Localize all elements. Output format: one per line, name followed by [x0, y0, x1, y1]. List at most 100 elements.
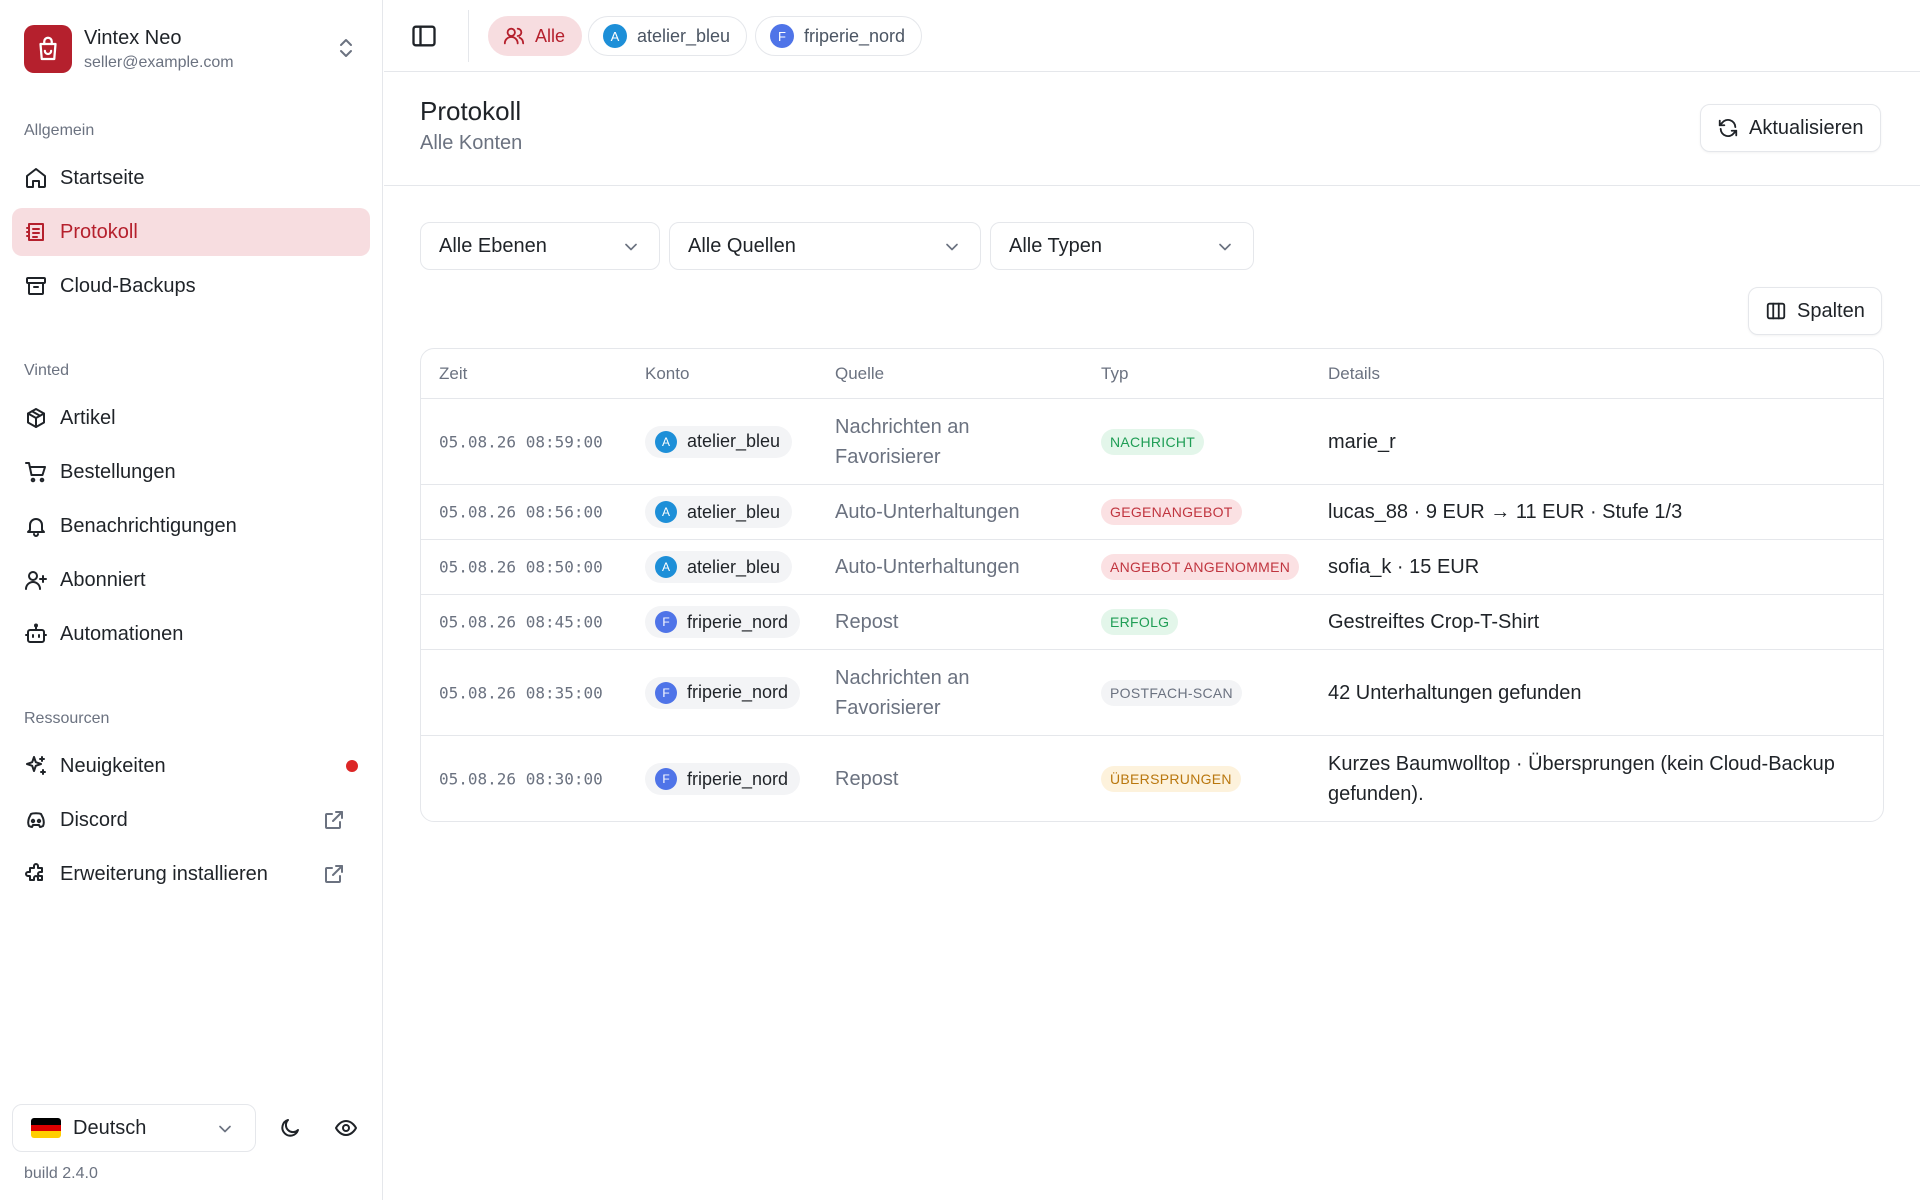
account-switcher[interactable]: Vintex Neo seller@example.com	[24, 24, 364, 74]
column-header-details[interactable]: Details	[1328, 364, 1380, 384]
type-badge: ANGEBOT ANGENOMMEN	[1101, 554, 1300, 580]
sidebar-item-automationen[interactable]: Automationen	[12, 610, 370, 658]
table-row[interactable]: 05.08.26 08:35:00 Ffriperie_nord Nachric…	[421, 650, 1883, 736]
sidebar-item-label: Bestellungen	[60, 460, 176, 483]
flag-de-icon	[31, 1118, 61, 1138]
chip-label: atelier_bleu	[637, 25, 731, 46]
sidebar-item-discord[interactable]: Discord	[12, 796, 370, 844]
chevron-down-icon	[625, 243, 637, 251]
sidebar-item-abonniert[interactable]: Abonniert	[12, 556, 370, 604]
columns-button[interactable]: Spalten	[1748, 287, 1882, 335]
sidebar-item-label: Artikel	[60, 406, 116, 429]
sidebar-item-neuigkeiten[interactable]: Neuigkeiten	[12, 742, 370, 790]
sparkles-icon	[26, 756, 46, 775]
account-pill: Aatelier_bleu	[645, 496, 793, 528]
filter-types-select[interactable]: Alle Typen	[990, 222, 1254, 270]
cell-details: Kurzes Baumwolltop · Übersprungen (kein …	[1328, 753, 1835, 805]
sidebar-item-benachrichtigungen[interactable]: Benachrichtigungen	[12, 502, 370, 550]
cell-time: 05.08.26 08:35:00	[439, 683, 603, 702]
sidebar-item-label: Protokoll	[60, 220, 138, 243]
privacy-toggle-button[interactable]	[326, 1108, 366, 1148]
account-name: friperie_nord	[687, 611, 789, 632]
column-header-zeit[interactable]: Zeit	[439, 364, 467, 384]
bell-icon	[27, 518, 45, 537]
chip-label: Alle	[535, 25, 566, 46]
sidebar-toggle-icon[interactable]	[410, 22, 438, 50]
filter-sources-select[interactable]: Alle Quellen	[669, 222, 981, 270]
avatar: F	[655, 681, 677, 704]
sidebar-item-erweiterung[interactable]: Erweiterung installieren	[12, 850, 370, 898]
sidebar-item-bestellungen[interactable]: Bestellungen	[12, 448, 370, 496]
table-row[interactable]: 05.08.26 08:50:00 Aatelier_bleu Auto-Unt…	[421, 540, 1883, 595]
column-header-typ[interactable]: Typ	[1101, 364, 1128, 384]
sidebar-item-cloud-backups[interactable]: Cloud-Backups	[12, 262, 370, 310]
package-icon	[27, 408, 45, 428]
account-pill: Aatelier_bleu	[645, 425, 793, 458]
table-row[interactable]: 05.08.26 08:56:00 Aatelier_bleu Auto-Unt…	[421, 485, 1883, 540]
moon-icon	[281, 1119, 299, 1137]
avatar: F	[655, 611, 677, 633]
group-label-vinted: Vinted	[24, 362, 70, 379]
divider	[468, 10, 469, 62]
log-table: Zeit Konto Quelle Typ Details 05.08.26 0…	[420, 348, 1884, 822]
sidebar-item-label: Abonniert	[60, 568, 146, 591]
language-select[interactable]: Deutsch	[12, 1104, 256, 1152]
account-pill: Aatelier_bleu	[645, 551, 793, 583]
table-row[interactable]: 05.08.26 08:59:00 Aatelier_bleu Nachrich…	[421, 399, 1883, 485]
refresh-icon	[1718, 119, 1738, 137]
filter-levels-select[interactable]: Alle Ebenen	[420, 222, 660, 270]
select-value: Alle Ebenen	[439, 234, 547, 257]
home-icon	[26, 168, 46, 188]
cell-details: marie_r	[1328, 430, 1396, 453]
cell-source: Repost	[835, 768, 899, 790]
avatar: A	[603, 24, 627, 48]
columns-label: Spalten	[1797, 299, 1865, 322]
sidebar-item-label: Automationen	[60, 622, 184, 645]
unread-dot	[346, 760, 358, 772]
sidebar-item-label: Neuigkeiten	[60, 754, 166, 777]
type-badge: ERFOLG	[1101, 609, 1179, 635]
table-header: Zeit Konto Quelle Typ Details	[421, 349, 1883, 399]
sidebar-item-artikel[interactable]: Artikel	[12, 394, 370, 442]
table-row[interactable]: 05.08.26 08:30:00 Ffriperie_nord Repost …	[421, 736, 1883, 821]
cell-time: 05.08.26 08:45:00	[439, 612, 603, 632]
account-name: friperie_nord	[687, 682, 789, 702]
sidebar-item-label: Benachrichtigungen	[60, 514, 237, 537]
account-chip-friperie-nord[interactable]: F friperie_nord	[755, 16, 923, 56]
column-header-konto[interactable]: Konto	[645, 364, 689, 384]
chevron-down-icon	[219, 1125, 231, 1133]
sidebar-item-startseite[interactable]: Startseite	[12, 154, 370, 202]
users-icon	[503, 27, 525, 45]
cell-details: 42 Unterhaltungen gefunden	[1328, 681, 1582, 704]
discord-icon	[27, 812, 45, 828]
cell-time: 05.08.26 08:59:00	[439, 432, 603, 451]
account-name: atelier_bleu	[687, 556, 781, 577]
cell-details: Gestreiftes Crop-T-Shirt	[1328, 611, 1540, 633]
cell-source: Auto-Unterhaltungen	[835, 556, 1020, 578]
chevron-down-icon	[946, 243, 958, 251]
type-badge: POSTFACH-SCAN	[1101, 679, 1242, 706]
avatar: F	[770, 24, 794, 48]
page-header: Protokoll Alle Konten Aktualisieren	[384, 72, 1920, 186]
language-label: Deutsch	[73, 1116, 147, 1139]
account-name: friperie_nord	[687, 768, 789, 789]
account-chip-atelier-bleu[interactable]: A atelier_bleu	[588, 16, 748, 56]
build-version: build 2.4.0	[24, 1165, 98, 1182]
type-badge: GEGENANGEBOT	[1101, 499, 1242, 525]
eye-icon	[335, 1120, 357, 1136]
cell-source: Auto-Unterhaltungen	[835, 501, 1020, 523]
select-value: Alle Typen	[1009, 234, 1103, 257]
theme-toggle-button[interactable]	[270, 1108, 310, 1148]
account-chip-alle[interactable]: Alle	[488, 16, 583, 56]
sidebar-item-protokoll[interactable]: Protokoll	[12, 208, 370, 256]
shopping-bag-logo-icon	[24, 25, 72, 73]
cell-source: Repost	[835, 611, 899, 633]
account-name: atelier_bleu	[687, 501, 781, 522]
table-row[interactable]: 05.08.26 08:45:00 Ffriperie_nord Repost …	[421, 595, 1883, 650]
chevrons-up-down-icon[interactable]	[334, 36, 358, 60]
page-title: Protokoll	[420, 96, 522, 126]
sidebar: Vintex Neo seller@example.com Allgemein …	[0, 0, 383, 1200]
column-header-quelle[interactable]: Quelle	[835, 364, 884, 384]
avatar: F	[655, 768, 677, 790]
refresh-button[interactable]: Aktualisieren	[1700, 104, 1881, 152]
